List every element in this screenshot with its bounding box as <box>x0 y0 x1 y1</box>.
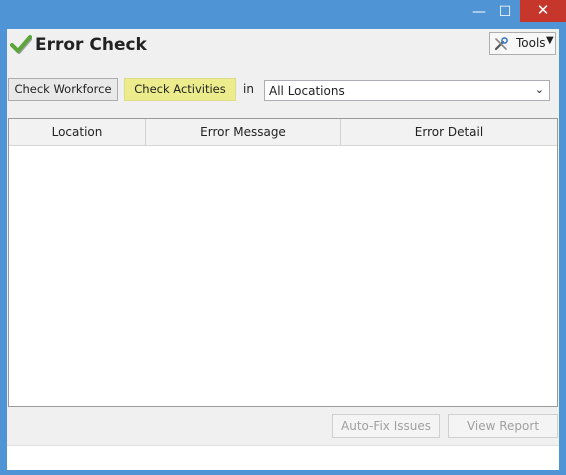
location-select-value: All Locations <box>269 84 345 98</box>
check-workforce-button[interactable]: Check Workforce <box>8 78 118 101</box>
error-grid[interactable]: Location Error Message Error Detail <box>8 118 558 407</box>
close-button[interactable]: ✕ <box>520 0 566 22</box>
tools-dropdown-button[interactable]: Tools ▼ <box>489 32 556 55</box>
title-bar: — ☐ ✕ <box>0 0 566 28</box>
column-header-location[interactable]: Location <box>9 119 146 145</box>
view-report-button[interactable]: View Report <box>448 414 558 438</box>
grid-header: Location Error Message Error Detail <box>9 119 557 146</box>
page-title: Error Check <box>35 35 147 55</box>
auto-fix-issues-button[interactable]: Auto-Fix Issues <box>332 414 440 438</box>
chevron-down-icon: ▼ <box>546 35 554 46</box>
app-window: — ☐ ✕ Error Check Tools ▼ Check Workforc… <box>0 0 566 475</box>
checkmark-icon <box>10 35 32 54</box>
column-header-error-message[interactable]: Error Message <box>146 119 341 145</box>
tools-icon <box>494 37 508 51</box>
maximize-button[interactable]: ☐ <box>492 0 518 26</box>
tools-label: Tools <box>516 36 546 50</box>
column-header-error-detail[interactable]: Error Detail <box>341 119 557 145</box>
status-bar <box>7 445 559 470</box>
client-area: Error Check Tools ▼ Check Workforce Chec… <box>7 29 559 470</box>
in-label: in <box>243 82 254 96</box>
location-select[interactable]: All Locations ⌄ <box>264 80 550 101</box>
chevron-down-icon: ⌄ <box>534 83 544 96</box>
check-activities-button[interactable]: Check Activities <box>124 78 236 101</box>
minimize-button[interactable]: — <box>466 0 492 26</box>
header: Error Check Tools ▼ <box>7 29 559 65</box>
